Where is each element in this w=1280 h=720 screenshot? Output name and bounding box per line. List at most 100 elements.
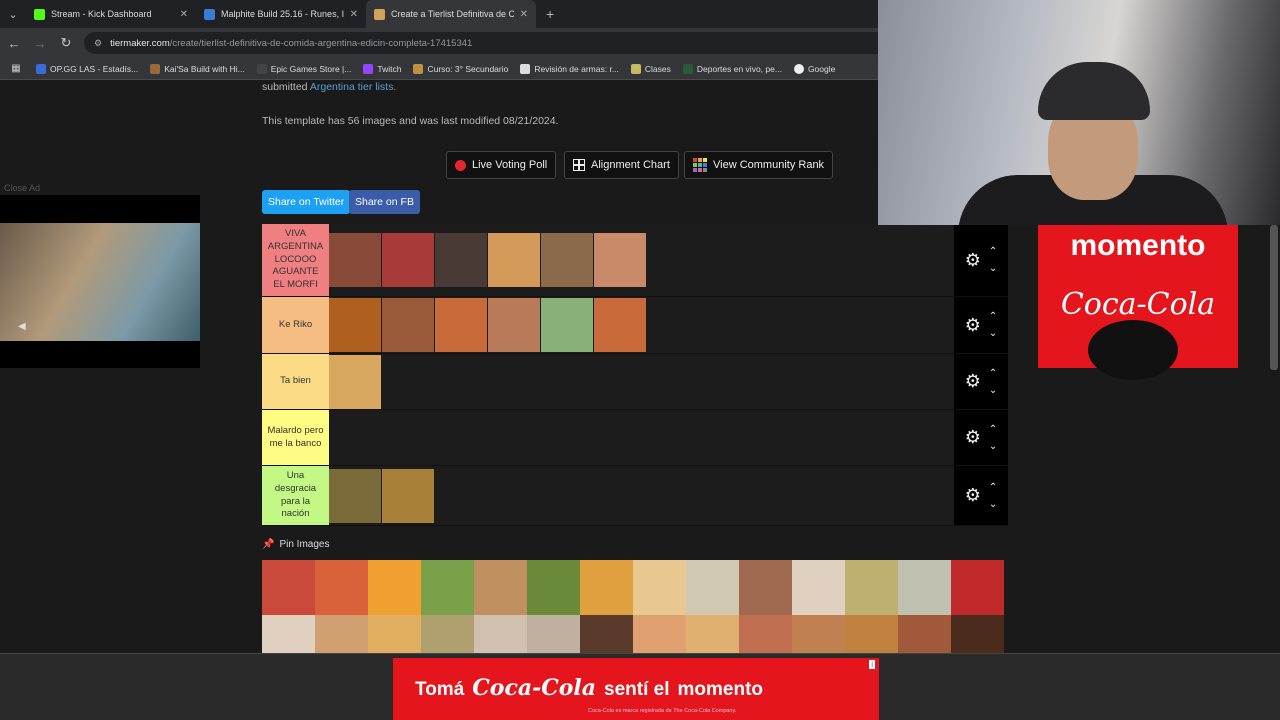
food-image[interactable]: [382, 233, 434, 287]
bookmark-twitch[interactable]: Twitch: [363, 63, 401, 74]
gear-icon[interactable]: ⚙: [965, 250, 981, 271]
tab-search-icon[interactable]: ⌄: [0, 0, 26, 28]
tab-kick[interactable]: Stream - Kick Dashboard ✕: [26, 0, 196, 28]
tiermaker-favicon-icon: [374, 8, 385, 20]
scrollbar-thumb[interactable]: [1270, 225, 1278, 370]
soccer-ball-graphic: [1088, 320, 1178, 380]
food-image[interactable]: [435, 298, 487, 352]
pool-food-image[interactable]: [686, 560, 739, 615]
epic-games-icon: [256, 63, 267, 74]
live-voting-poll-button[interactable]: Live Voting Poll: [446, 151, 557, 179]
gear-icon[interactable]: ⚙: [965, 485, 981, 506]
pool-food-image[interactable]: [898, 560, 951, 615]
pool-food-image[interactable]: [580, 560, 633, 615]
record-dot-icon: [455, 159, 466, 171]
gear-icon[interactable]: ⚙: [965, 427, 981, 448]
tab-tiermaker[interactable]: Create a Tierlist Definitiva de Co ✕: [366, 0, 536, 28]
button-label: Alignment Chart: [591, 159, 670, 171]
view-community-rank-button[interactable]: View Community Rank: [684, 151, 834, 179]
food-image[interactable]: [329, 468, 381, 523]
argentina-tier-lists-link[interactable]: Argentina tier lists.: [310, 81, 396, 93]
tier-items[interactable]: [329, 354, 954, 409]
bookmark-revision[interactable]: Revisión de armas: r...: [520, 63, 619, 74]
back-arrow-icon[interactable]: ←: [6, 36, 22, 51]
mute-speaker-icon[interactable]: ◀: [18, 321, 26, 332]
chevron-up-icon[interactable]: ⌃: [989, 479, 997, 496]
food-image[interactable]: [435, 233, 487, 287]
reload-icon[interactable]: ↻: [58, 35, 74, 51]
gear-icon[interactable]: ⚙: [965, 315, 981, 336]
tier-label[interactable]: Ke Riko: [262, 297, 329, 353]
food-image[interactable]: [541, 233, 593, 287]
food-image[interactable]: [541, 298, 593, 352]
pool-food-image[interactable]: [315, 560, 368, 615]
chevron-down-icon[interactable]: ⌄: [989, 496, 997, 513]
tier-items[interactable]: [329, 466, 954, 525]
bookmark-label: Curso: 3° Secundario: [427, 63, 509, 74]
food-image[interactable]: [329, 298, 381, 352]
share-twitter-button[interactable]: Share on Twitter: [262, 190, 351, 214]
bookmark-kaisa[interactable]: Kai'Sa Build with Hi...: [150, 63, 245, 74]
tier-controls: ⚙ ⌃ ⌄: [954, 466, 1008, 525]
ad-word: momento: [677, 679, 764, 700]
close-ad-button[interactable]: Close Ad: [4, 183, 40, 193]
pool-food-image[interactable]: [421, 560, 474, 615]
pool-food-image[interactable]: [474, 560, 527, 615]
tier-items[interactable]: [329, 224, 954, 296]
pool-food-image[interactable]: [951, 560, 1004, 615]
pool-food-image[interactable]: [739, 560, 792, 615]
chevron-down-icon[interactable]: ⌄: [989, 438, 997, 455]
food-image[interactable]: [329, 233, 381, 287]
pin-images-label: Pin Images: [279, 539, 330, 550]
tier-label[interactable]: VIVA ARGENTINA LOCOOO AGUANTE EL MORFI: [262, 224, 329, 296]
food-image[interactable]: [594, 298, 646, 352]
food-image[interactable]: [488, 233, 540, 287]
close-icon[interactable]: ✕: [350, 9, 358, 20]
gear-icon[interactable]: ⚙: [965, 371, 981, 392]
food-image[interactable]: [488, 298, 540, 352]
food-image[interactable]: [594, 233, 646, 287]
tier-label[interactable]: Malardo pero me la banco: [262, 410, 329, 465]
pool-food-image[interactable]: [792, 560, 845, 615]
ad-info-icon[interactable]: i: [869, 660, 875, 669]
food-image[interactable]: [382, 298, 434, 352]
food-image[interactable]: [382, 468, 434, 523]
new-tab-plus-icon[interactable]: +: [536, 6, 554, 22]
share-fb-button[interactable]: Share on FB: [349, 190, 420, 214]
apps-grid-icon[interactable]: ▦: [8, 63, 24, 74]
bookmark-label: Revisión de armas: r...: [534, 63, 619, 74]
forward-arrow-icon[interactable]: →: [32, 36, 48, 51]
bookmark-google[interactable]: Google: [793, 63, 835, 74]
tier-label[interactable]: Ta bien: [262, 354, 329, 409]
chevron-down-icon[interactable]: ⌄: [989, 260, 997, 277]
food-image[interactable]: [329, 354, 381, 409]
bookmark-curso[interactable]: Curso: 3° Secundario: [413, 63, 509, 74]
tier-items[interactable]: [329, 410, 954, 465]
bookmark-clases[interactable]: Clases: [630, 63, 671, 74]
chevron-up-icon[interactable]: ⌃: [989, 243, 997, 260]
alignment-chart-button[interactable]: Alignment Chart: [564, 151, 679, 179]
chevron-up-icon[interactable]: ⌃: [989, 365, 997, 382]
bookmark-deportes[interactable]: Deportes en vivo, pe...: [682, 63, 782, 74]
chevron-down-icon[interactable]: ⌄: [989, 382, 997, 399]
pool-food-image[interactable]: [527, 560, 580, 615]
tab-malphite[interactable]: Malphite Build 25.16 - Runes, It ✕: [196, 0, 366, 28]
pool-food-image[interactable]: [845, 560, 898, 615]
close-icon[interactable]: ✕: [180, 9, 188, 20]
side-video-ad[interactable]: Close Ad ◀: [0, 183, 200, 368]
pin-images-toggle[interactable]: 📌 Pin Images: [262, 539, 329, 550]
chevron-up-icon[interactable]: ⌃: [989, 421, 997, 438]
tier-items[interactable]: [329, 297, 954, 353]
pool-food-image[interactable]: [262, 560, 315, 615]
chevron-up-icon[interactable]: ⌃: [989, 308, 997, 325]
pool-food-image[interactable]: [633, 560, 686, 615]
coca-cola-banner-ad[interactable]: Tomá Coca-Cola sentí el momento Coca-Col…: [393, 658, 879, 720]
bookmark-opgg[interactable]: OP.GG LAS - Estadís...: [36, 63, 138, 74]
site-info-icon[interactable]: ⚙: [94, 38, 102, 49]
close-icon[interactable]: ✕: [520, 9, 528, 20]
chevron-down-icon[interactable]: ⌄: [989, 325, 997, 342]
pool-food-image[interactable]: [368, 560, 421, 615]
coca-cola-side-ad[interactable]: momento Coca-Cola: [1038, 225, 1238, 380]
tier-label[interactable]: Una desgracia para la nación: [262, 466, 329, 525]
bookmark-epic[interactable]: Epic Games Store |...: [256, 63, 351, 74]
